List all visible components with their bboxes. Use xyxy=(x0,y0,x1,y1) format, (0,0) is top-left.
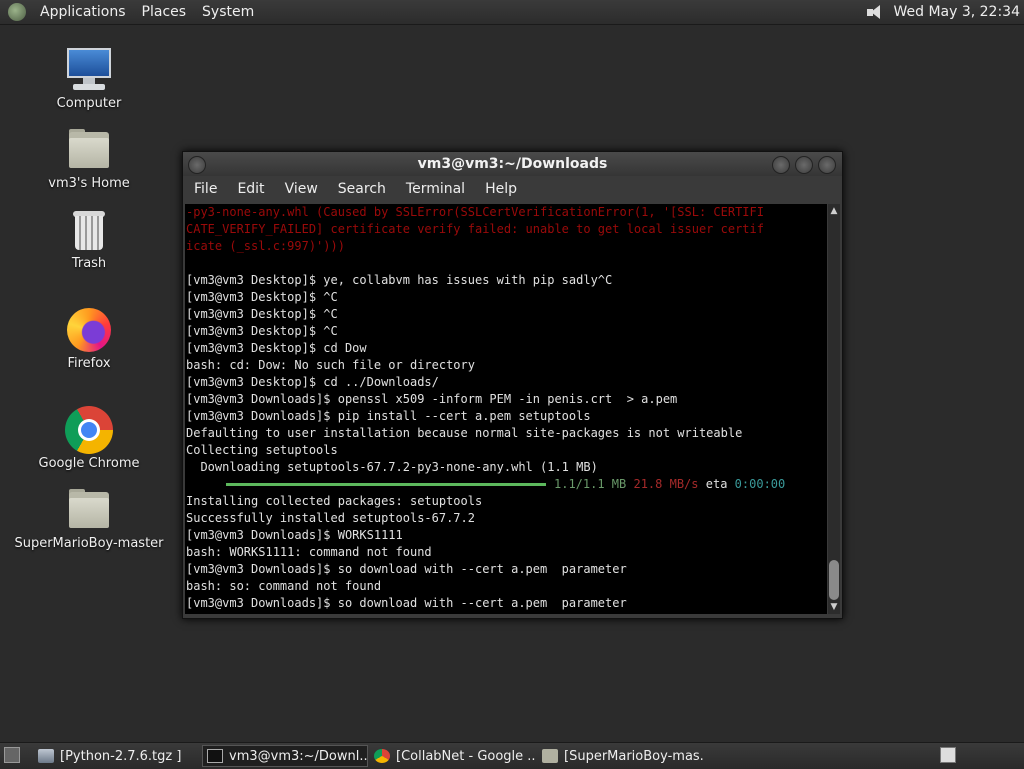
terminal-line: Defaulting to user installation because … xyxy=(186,426,743,440)
distro-logo-icon[interactable] xyxy=(8,3,26,21)
menu-view[interactable]: View xyxy=(275,181,328,197)
terminal-line: [vm3@vm3 Downloads]$ so download with --… xyxy=(186,596,627,610)
progress-bar xyxy=(226,483,546,486)
desktop-icon-home[interactable]: vm3's Home xyxy=(14,126,164,191)
computer-icon xyxy=(65,46,113,94)
bottom-taskbar: [Python-2.7.6.tgz ] vm3@vm3:~/Downl... [… xyxy=(0,742,1024,769)
terminal-line: [vm3@vm3 Desktop]$ ^C xyxy=(186,307,338,321)
desktop-icon-chrome[interactable]: Google Chrome xyxy=(14,406,164,471)
menu-search[interactable]: Search xyxy=(328,181,396,197)
maximize-button[interactable] xyxy=(795,156,813,174)
scrollbar-thumb[interactable] xyxy=(829,560,839,600)
terminal-line: [vm3@vm3 Desktop]$ ^C xyxy=(186,324,338,338)
terminal-line: bash: cd: Dow: No such file or directory xyxy=(186,358,475,372)
menu-file[interactable]: File xyxy=(183,181,227,197)
trash-icon xyxy=(65,206,113,254)
firefox-icon xyxy=(65,306,113,354)
terminal-line: Successfully installed setuptools-67.7.2 xyxy=(186,511,475,525)
desktop-icon-label: Trash xyxy=(71,256,107,271)
progress-size: 1.1/1.1 MB xyxy=(554,477,627,491)
window-title: vm3@vm3:~/Downloads xyxy=(417,156,608,172)
terminal-line: Downloading setuptools-67.7.2-py3-none-a… xyxy=(186,460,598,474)
terminal-line: bash: WORKS1111: command not found xyxy=(186,545,432,559)
terminal-menubar: File Edit View Search Terminal Help xyxy=(183,176,842,202)
package-icon xyxy=(38,749,54,763)
desktop-icon-label: Google Chrome xyxy=(38,456,140,471)
desktop-icon-label: Computer xyxy=(56,96,122,111)
desktop-icon-supermarioboy[interactable]: SuperMarioBoy-master xyxy=(14,486,164,551)
applications-menu[interactable]: Applications xyxy=(32,4,134,20)
desktop-icon-label: vm3's Home xyxy=(48,176,130,191)
volume-icon[interactable] xyxy=(865,3,887,21)
terminal-scrollbar[interactable]: ▲ ▼ xyxy=(828,204,840,614)
places-menu[interactable]: Places xyxy=(134,4,195,20)
menu-terminal[interactable]: Terminal xyxy=(396,181,475,197)
download-progress-line: 1.1/1.1 MB 21.8 MB/s eta 0:00:00 xyxy=(185,476,827,493)
terminal-line: [vm3@vm3 Downloads]$ openssl x509 -infor… xyxy=(186,392,678,406)
workspace-switcher[interactable] xyxy=(940,747,956,763)
error-line: icate (_ssl.c:997)'))) xyxy=(186,239,345,253)
terminal-line: [vm3@vm3 Downloads]$ so download with --… xyxy=(186,562,627,576)
error-line: -py3-none-any.whl (Caused by SSLError(SS… xyxy=(186,205,764,219)
terminal-line: Installing collected packages: setuptool… xyxy=(186,494,483,508)
top-panel: Applications Places System Wed May 3, 22… xyxy=(0,0,1024,25)
menu-help[interactable]: Help xyxy=(475,181,527,197)
menu-edit[interactable]: Edit xyxy=(227,181,274,197)
taskbar-item-label: [CollabNet - Google ... xyxy=(396,748,536,764)
terminal-line: [vm3@vm3 Desktop]$ cd ../Downloads/ xyxy=(186,375,439,389)
desktop-icon-label: SuperMarioBoy-master xyxy=(14,536,164,551)
folder-icon xyxy=(65,486,113,534)
terminal-line: [vm3@vm3 Desktop]$ ye, collabvm has issu… xyxy=(186,273,613,287)
system-menu[interactable]: System xyxy=(194,4,262,20)
taskbar-item-label: vm3@vm3:~/Downl... xyxy=(229,748,368,764)
taskbar-item-chrome[interactable]: [CollabNet - Google ... xyxy=(370,745,536,767)
taskbar-item-label: [SuperMarioBoy-mas... xyxy=(564,748,704,764)
desktop-icon-trash[interactable]: Trash xyxy=(14,206,164,271)
taskbar-item-python-archive[interactable]: [Python-2.7.6.tgz ] xyxy=(34,745,200,767)
progress-eta: 0:00:00 xyxy=(734,477,786,491)
terminal-line: bash: so: command not found xyxy=(186,579,382,593)
show-desktop-icon[interactable] xyxy=(4,747,20,763)
progress-speed: 21.8 MB/s xyxy=(633,477,699,491)
taskbar-item-supermarioboy[interactable]: [SuperMarioBoy-mas... xyxy=(538,745,704,767)
terminal-output[interactable]: -py3-none-any.whl (Caused by SSLError(SS… xyxy=(185,204,827,614)
terminal-line: [vm3@vm3 Downloads]$ pip install --cert … xyxy=(186,409,591,423)
terminal-line: Collecting setuptools xyxy=(186,443,338,457)
chrome-icon xyxy=(65,406,113,454)
taskbar-item-label: [Python-2.7.6.tgz ] xyxy=(60,748,182,764)
desktop-icon-label: Firefox xyxy=(67,356,111,371)
home-folder-icon xyxy=(65,126,113,174)
chrome-icon xyxy=(374,749,390,763)
progress-eta-label: eta xyxy=(705,477,728,491)
desktop-icon-firefox[interactable]: Firefox xyxy=(14,306,164,371)
terminal-line: [vm3@vm3 Desktop]$ ^C xyxy=(186,290,338,304)
scroll-up-arrow-icon[interactable]: ▲ xyxy=(829,206,839,216)
scroll-down-arrow-icon[interactable]: ▼ xyxy=(829,602,839,612)
minimize-button[interactable] xyxy=(772,156,790,174)
terminal-line: [vm3@vm3 Desktop]$ cd Dow xyxy=(186,341,367,355)
clock[interactable]: Wed May 3, 22:34 xyxy=(893,4,1020,20)
terminal-line: [vm3@vm3 Downloads]$ WORKS1111 xyxy=(186,528,403,542)
close-button[interactable] xyxy=(818,156,836,174)
desktop-icon-computer[interactable]: Computer xyxy=(14,46,164,111)
error-line: CATE_VERIFY_FAILED] certificate verify f… xyxy=(186,222,764,236)
terminal-icon xyxy=(207,749,223,763)
folder-icon xyxy=(542,749,558,763)
window-titlebar[interactable]: vm3@vm3:~/Downloads xyxy=(183,152,842,176)
taskbar-item-terminal[interactable]: vm3@vm3:~/Downl... xyxy=(202,745,368,767)
terminal-window[interactable]: vm3@vm3:~/Downloads File Edit View Searc… xyxy=(182,151,843,619)
